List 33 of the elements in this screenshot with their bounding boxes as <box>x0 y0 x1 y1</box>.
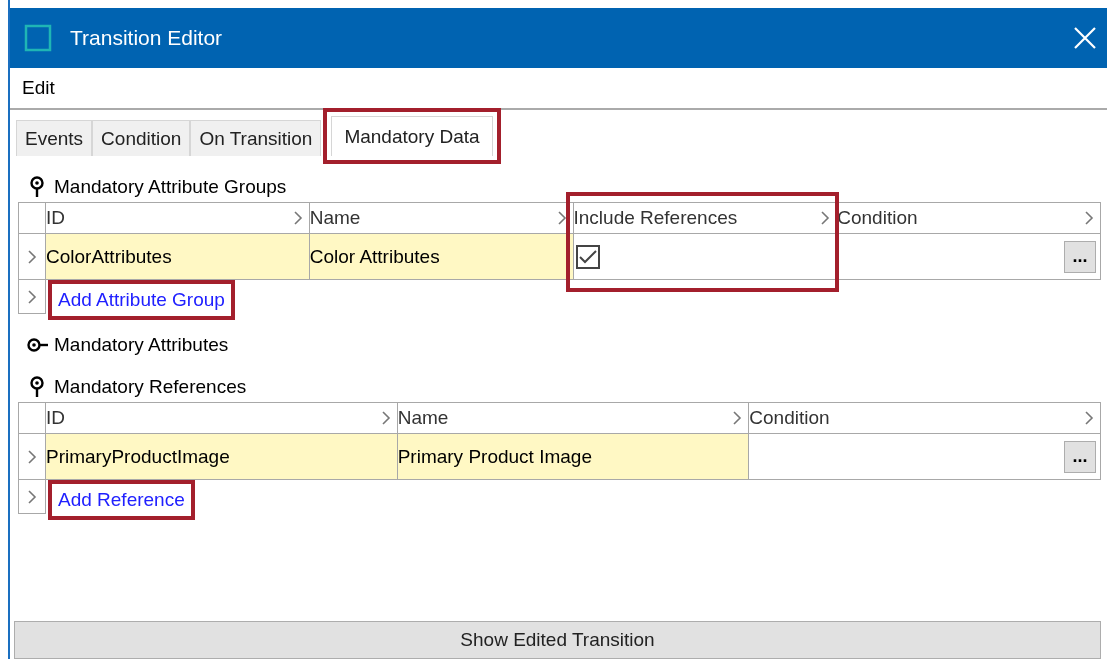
chevron-icon <box>556 211 567 225</box>
column-header[interactable]: Include References <box>573 202 838 234</box>
section-title: Mandatory References <box>54 376 247 398</box>
chevron-icon <box>292 211 303 225</box>
table-cell: ColorAttributes <box>46 234 310 280</box>
add-link[interactable]: Add Reference <box>48 480 195 520</box>
tab[interactable]: On Transition <box>190 120 322 156</box>
menu-item[interactable]: Edit <box>22 77 55 99</box>
column-header[interactable]: ID <box>46 402 398 434</box>
column-header[interactable]: ID <box>46 202 310 234</box>
ellipsis-button[interactable]: ... <box>1064 240 1096 273</box>
table-cell: Color Attributes <box>309 234 574 280</box>
ellipsis-button[interactable]: ... <box>1064 440 1096 473</box>
show-edited-transition-button[interactable]: Show Edited Transition <box>14 621 1101 659</box>
window-title: Transition Editor <box>70 26 224 50</box>
window-icon <box>24 24 52 52</box>
section-title: Mandatory Attribute Groups <box>54 176 287 198</box>
chevron-icon <box>1084 411 1094 425</box>
chevron-icon <box>732 411 743 425</box>
column-header[interactable]: Name <box>309 202 574 234</box>
chevron-icon <box>1084 211 1094 225</box>
column-header[interactable]: Condition <box>749 402 1101 434</box>
tab[interactable]: Condition <box>92 120 191 156</box>
chevron-icon <box>380 411 391 425</box>
table-cell: Primary Product Image <box>397 434 750 480</box>
add-link[interactable]: Add Attribute Group <box>48 280 235 320</box>
chevron-icon <box>820 211 831 225</box>
table-cell: PrimaryProductImage <box>46 434 398 480</box>
column-header[interactable]: Condition <box>837 202 1101 234</box>
tab[interactable]: Events <box>16 120 93 156</box>
checkbox[interactable] <box>575 244 600 269</box>
section-title: Mandatory Attributes <box>54 334 229 356</box>
column-header[interactable]: Name <box>397 402 750 434</box>
